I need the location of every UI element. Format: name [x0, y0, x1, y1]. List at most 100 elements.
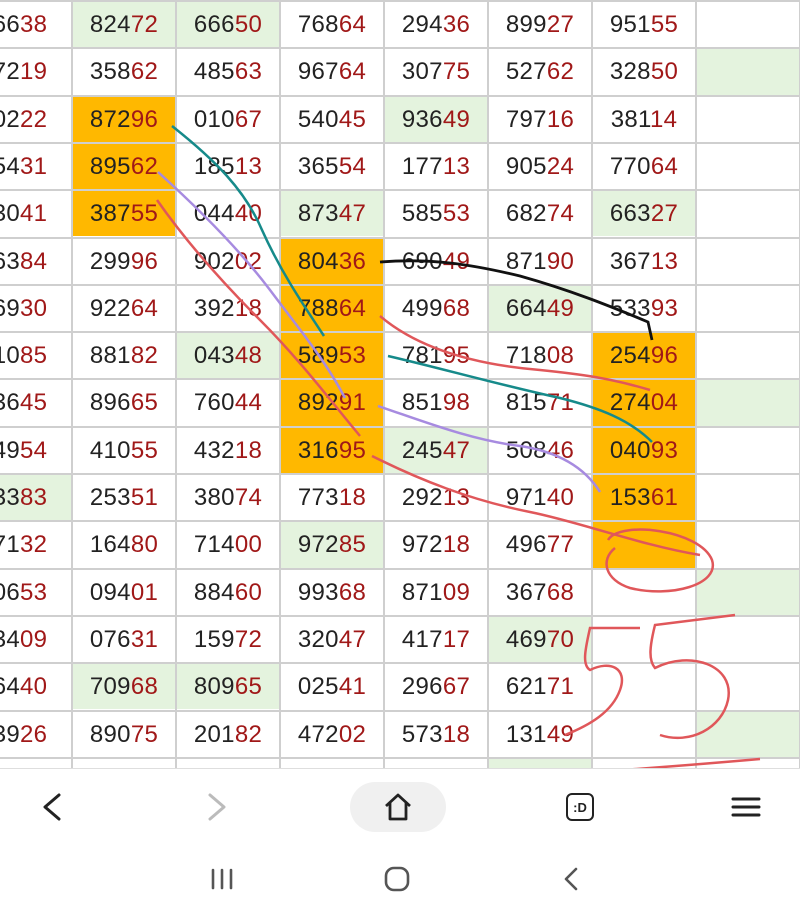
- number-cell: 30775: [385, 49, 487, 94]
- number-cell: 16480: [73, 522, 175, 567]
- number-suffix: 13: [650, 247, 679, 275]
- number-suffix: 00: [234, 531, 263, 559]
- results-table-viewport[interactable]: 6638824726665076864294368992795155721935…: [0, 0, 800, 768]
- number-cell: 87347: [281, 191, 383, 237]
- tabs-button[interactable]: :D: [548, 769, 612, 845]
- number-prefix: 387: [89, 200, 131, 228]
- number-prefix: 485: [193, 58, 235, 86]
- number-suffix: 49: [546, 720, 575, 748]
- number-cell: [697, 49, 799, 95]
- grid-row-divider: [0, 189, 800, 192]
- number-prefix: 682: [505, 200, 547, 228]
- circle-home-icon: [384, 866, 410, 891]
- number-suffix: 55: [650, 11, 679, 38]
- number-cell: [697, 569, 799, 615]
- number-cell: 20182: [177, 712, 279, 757]
- number-cell: [697, 144, 799, 189]
- number-cell: [697, 475, 799, 520]
- number-suffix: 47: [338, 200, 367, 228]
- number-cell: 88460: [177, 570, 279, 615]
- number-cell: [697, 522, 799, 567]
- number-cell: 50846: [489, 428, 591, 473]
- number-cell: [593, 617, 695, 662]
- grid-column-divider: [487, 0, 489, 768]
- number-prefix: 936: [401, 105, 443, 133]
- number-prefix: 890: [89, 720, 131, 748]
- number-prefix: 663: [609, 200, 651, 228]
- number-suffix: 64: [130, 294, 159, 322]
- system-back-button[interactable]: [540, 844, 604, 913]
- number-prefix: 02: [0, 105, 20, 133]
- number-cell: 89075: [73, 712, 175, 757]
- number-suffix: 09: [20, 625, 48, 653]
- grid-column-divider: [71, 0, 73, 768]
- number-suffix: 64: [650, 152, 679, 180]
- number-prefix: 36: [0, 389, 20, 417]
- number-prefix: 781: [401, 342, 443, 370]
- number-prefix: 040: [609, 436, 651, 464]
- number-cell: 47202: [281, 712, 383, 757]
- number-prefix: 899: [505, 11, 547, 38]
- number-suffix: 68: [130, 673, 159, 701]
- home-button[interactable]: [350, 782, 446, 832]
- number-cell: 15361: [593, 475, 695, 521]
- forward-button[interactable]: [185, 769, 249, 845]
- number-cell: [593, 664, 695, 709]
- number-prefix: 804: [297, 247, 339, 275]
- number-cell: [697, 428, 799, 473]
- number-cell: 82472: [73, 2, 175, 48]
- number-prefix: 417: [401, 625, 443, 653]
- back-button[interactable]: [20, 769, 84, 845]
- number-suffix: 65: [130, 389, 159, 417]
- number-cell: 80436: [281, 238, 383, 284]
- number-cell: 18513: [177, 144, 279, 189]
- number-prefix: 892: [297, 389, 339, 417]
- number-cell: 25496: [593, 333, 695, 379]
- number-suffix: 30: [20, 294, 48, 322]
- menu-button[interactable]: [714, 769, 778, 845]
- number-cell: [489, 758, 591, 768]
- grid-row-divider: [0, 47, 800, 50]
- number-suffix: 71: [546, 673, 575, 701]
- number-cell: 48563: [177, 49, 279, 94]
- number-suffix: 64: [338, 11, 367, 38]
- number-prefix: 69: [0, 294, 20, 322]
- number-cell: 25351: [73, 475, 175, 520]
- number-cell: [697, 617, 799, 662]
- number-suffix: 02: [338, 720, 367, 748]
- grid-row-divider: [0, 283, 800, 286]
- grid-row-divider: [0, 567, 800, 570]
- grid-column-divider: [175, 0, 177, 768]
- recents-button[interactable]: [190, 844, 254, 913]
- number-suffix: 40: [20, 673, 48, 701]
- number-prefix: 63: [0, 247, 20, 275]
- grid-column-divider: [695, 0, 697, 768]
- number-prefix: 666: [193, 11, 235, 38]
- number-prefix: 824: [89, 11, 131, 38]
- number-suffix: 50: [650, 58, 679, 86]
- number-suffix: 08: [546, 342, 575, 370]
- number-cell: 13149: [489, 712, 591, 757]
- number-prefix: 410: [89, 436, 131, 464]
- number-cell: 80965: [177, 664, 279, 710]
- number-cell: 70968: [73, 664, 175, 710]
- number-prefix: 72: [0, 58, 20, 86]
- number-suffix: 82: [130, 342, 159, 370]
- number-prefix: 971: [505, 484, 547, 511]
- number-prefix: 585: [401, 200, 443, 228]
- number-cell: [697, 97, 799, 142]
- number-prefix: 922: [89, 294, 131, 322]
- number-prefix: 153: [609, 484, 651, 511]
- home-icon: [385, 793, 411, 821]
- grid-row-divider: [0, 662, 800, 665]
- number-cell: 1085: [0, 333, 71, 378]
- number-prefix: 367: [505, 578, 547, 606]
- number-cell: 17713: [385, 144, 487, 189]
- number-cell: 3926: [0, 712, 71, 757]
- number-prefix: 527: [505, 58, 547, 86]
- number-prefix: 39: [0, 720, 20, 748]
- system-home-button[interactable]: [365, 844, 429, 913]
- number-cell: 49968: [385, 286, 487, 331]
- number-cell: 97285: [281, 522, 383, 568]
- number-cell: 29213: [385, 475, 487, 520]
